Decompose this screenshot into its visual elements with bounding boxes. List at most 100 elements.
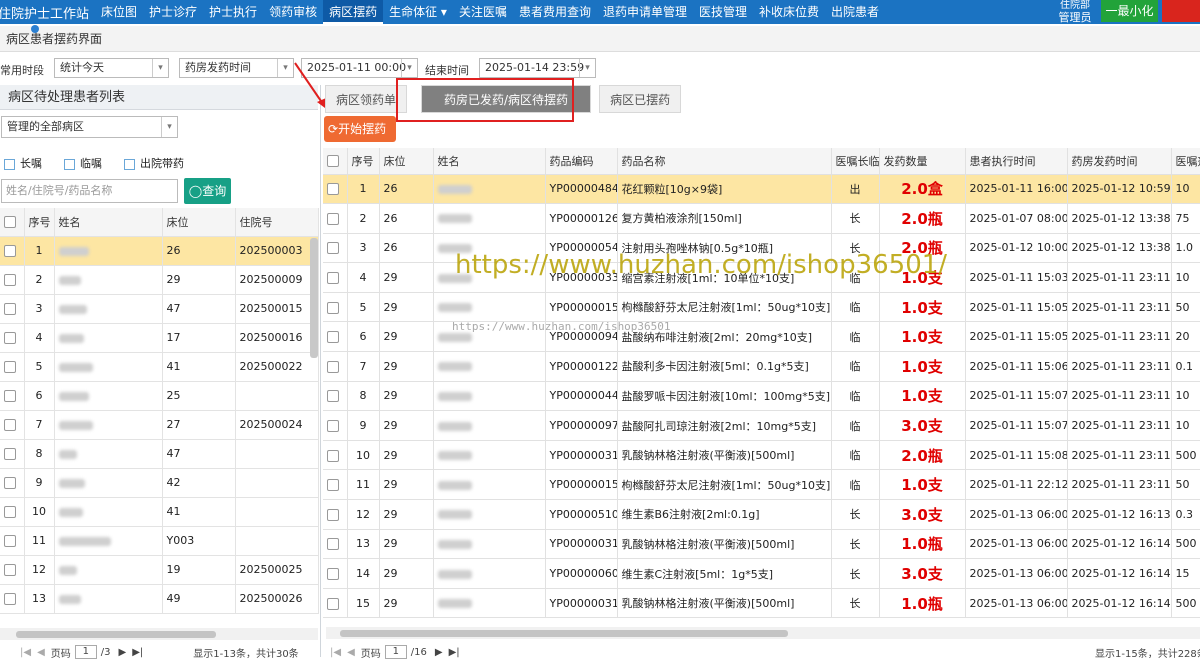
- column-header[interactable]: 医嘱长临: [831, 148, 880, 175]
- row-checkbox[interactable]: [323, 351, 348, 382]
- row-checkbox[interactable]: [0, 410, 25, 440]
- row-checkbox[interactable]: [0, 352, 25, 382]
- table-row[interactable]: 7 27 202500024: [0, 410, 319, 440]
- select-all-checkbox[interactable]: [0, 208, 25, 237]
- nav-item[interactable]: 医技管理: [693, 0, 753, 24]
- period-select[interactable]: 统计今天 ▾: [54, 58, 169, 78]
- start-dispense-button[interactable]: ⟳开始摆药: [324, 116, 396, 142]
- search-input[interactable]: 姓名/住院号/药品名称: [1, 179, 178, 203]
- table-row[interactable]: 12 29 YP00000510 维生素B6注射液[2ml:0.1g] 长 3.0支 202…: [323, 499, 1200, 530]
- prev-page-icon[interactable]: ◀: [347, 647, 355, 658]
- row-checkbox[interactable]: [323, 529, 348, 560]
- order-type-checkbox[interactable]: 临嘱: [64, 155, 110, 171]
- time-type-select[interactable]: 药房发药时间 ▾: [179, 58, 294, 78]
- row-checkbox[interactable]: [323, 588, 348, 619]
- row-checkbox[interactable]: [323, 262, 348, 293]
- table-row[interactable]: 9 42: [0, 468, 319, 498]
- row-checkbox[interactable]: [323, 233, 348, 264]
- tab-item[interactable]: 病区领药单: [325, 85, 408, 113]
- row-checkbox[interactable]: [0, 381, 25, 411]
- row-checkbox[interactable]: [0, 584, 25, 614]
- order-type-checkbox[interactable]: 长嘱: [4, 155, 50, 171]
- nav-item[interactable]: 护士诊疗: [143, 0, 203, 24]
- end-time-input[interactable]: 2025-01-14 23:59 ▾: [479, 58, 596, 78]
- last-page-icon[interactable]: ▶|: [449, 647, 460, 658]
- table-row[interactable]: 13 49 202500026: [0, 584, 319, 614]
- column-header[interactable]: 药品编码: [545, 148, 618, 175]
- left-horizontal-scrollbar[interactable]: [0, 628, 318, 640]
- row-checkbox[interactable]: [0, 265, 25, 295]
- tab-item[interactable]: 病区已摆药: [599, 85, 682, 113]
- column-header[interactable]: 药房发药时间: [1067, 148, 1172, 175]
- table-row[interactable]: 11 29 YP00000015 枸橼酸舒芬太尼注射液[1ml：50ug*10支] 临 1…: [323, 469, 1200, 501]
- row-checkbox[interactable]: [323, 292, 348, 323]
- row-checkbox[interactable]: [323, 203, 348, 234]
- nav-item[interactable]: 补收床位费: [753, 0, 825, 24]
- table-row[interactable]: 6 25: [0, 381, 319, 411]
- column-header[interactable]: 发药数量: [879, 148, 966, 175]
- column-header[interactable]: 患者执行时间: [965, 148, 1068, 175]
- first-page-icon[interactable]: |◀: [330, 647, 341, 658]
- nav-item[interactable]: 病区摆药: [323, 0, 384, 24]
- column-header[interactable]: 药品名称: [617, 148, 832, 175]
- row-checkbox[interactable]: [0, 555, 25, 585]
- nav-item[interactable]: 出院患者: [825, 0, 885, 24]
- column-header[interactable]: 住院号: [235, 208, 319, 237]
- row-checkbox[interactable]: [0, 236, 25, 266]
- column-header[interactable]: 姓名: [433, 148, 546, 175]
- column-header[interactable]: 姓名: [54, 208, 163, 237]
- table-row[interactable]: 3 47 202500015: [0, 294, 319, 324]
- row-checkbox[interactable]: [323, 321, 348, 353]
- user-info[interactable]: 住院部 管理员: [1052, 0, 1098, 24]
- row-checkbox[interactable]: [323, 440, 348, 471]
- select-all-checkbox[interactable]: [323, 148, 348, 175]
- table-row[interactable]: 10 41: [0, 497, 319, 527]
- first-page-icon[interactable]: |◀: [20, 647, 31, 658]
- table-row[interactable]: 7 29 YP00000122 盐酸利多卡因注射液[5ml：0.1g*5支] 临 1.0支…: [323, 351, 1200, 382]
- table-row[interactable]: 9 29 YP00000097 盐酸阿扎司琼注射液[2ml：10mg*5支] 临 3.0支…: [323, 410, 1200, 441]
- row-checkbox[interactable]: [323, 558, 348, 589]
- table-row[interactable]: 12 19 202500025: [0, 555, 319, 585]
- table-row[interactable]: 1 26 YP00000484 花红颗粒[10g×9袋] 出 2.0盒 2025-01-11…: [323, 174, 1200, 205]
- nav-item[interactable]: 领药审核: [263, 0, 323, 24]
- table-row[interactable]: 13 29 YP00000031 乳酸钠林格注射液(平衡液)[500ml] 长 1.0瓶 2…: [323, 529, 1200, 560]
- nav-item[interactable]: 患者费用查询: [513, 0, 597, 24]
- column-header[interactable]: 床位: [162, 208, 236, 237]
- last-page-icon[interactable]: ▶|: [132, 647, 143, 658]
- row-checkbox[interactable]: [323, 499, 348, 530]
- next-page-icon[interactable]: ▶: [119, 647, 127, 658]
- close-button[interactable]: [1162, 0, 1200, 22]
- table-row[interactable]: 8 29 YP00000044 盐酸罗哌卡因注射液[10ml：100mg*5支] 临 1.…: [323, 381, 1200, 412]
- nav-item[interactable]: 床位图: [95, 0, 143, 24]
- table-row[interactable]: 10 29 YP00000031 乳酸钠林格注射液(平衡液)[500ml] 临 2.0瓶 2…: [323, 440, 1200, 471]
- minimize-button[interactable]: 一最小化: [1101, 0, 1158, 22]
- row-checkbox[interactable]: [323, 410, 348, 441]
- row-checkbox[interactable]: [0, 526, 25, 556]
- column-header[interactable]: 医嘱剂: [1171, 148, 1200, 175]
- row-checkbox[interactable]: [0, 497, 25, 527]
- column-header[interactable]: 序号: [347, 148, 380, 175]
- column-header[interactable]: 床位: [379, 148, 434, 175]
- nav-item[interactable]: 生命体征 ▾: [383, 0, 453, 24]
- search-button[interactable]: ◯查询: [184, 178, 231, 204]
- row-checkbox[interactable]: [0, 323, 25, 353]
- next-page-icon[interactable]: ▶: [435, 647, 443, 658]
- table-row[interactable]: 5 29 YP00000015 枸橼酸舒芬太尼注射液[1ml：50ug*10支] 临 1.…: [323, 292, 1200, 323]
- table-row[interactable]: 15 29 YP00000031 乳酸钠林格注射液(平衡液)[500ml] 长 1.0瓶 2…: [323, 588, 1200, 619]
- table-row[interactable]: 2 29 202500009: [0, 265, 319, 295]
- panel-divider[interactable]: [320, 85, 321, 657]
- ward-select[interactable]: 管理的全部病区 ▾: [1, 116, 178, 138]
- table-row[interactable]: 14 29 YP00000060 维生素C注射液[5ml：1g*5支] 长 3.0支 202…: [323, 558, 1200, 589]
- nav-item[interactable]: 退药申请单管理: [597, 0, 693, 24]
- table-row[interactable]: 5 41 202500022: [0, 352, 319, 382]
- nav-item[interactable]: 关注医嘱: [453, 0, 513, 24]
- left-vertical-scrollbar[interactable]: [310, 238, 318, 358]
- row-checkbox[interactable]: [323, 174, 348, 205]
- prev-page-icon[interactable]: ◀: [37, 647, 45, 658]
- right-horizontal-scrollbar[interactable]: [326, 627, 1200, 639]
- row-checkbox[interactable]: [323, 381, 348, 412]
- row-checkbox[interactable]: [323, 469, 348, 501]
- table-row[interactable]: 8 47: [0, 439, 319, 469]
- table-row[interactable]: 11 Y003: [0, 526, 319, 556]
- table-row[interactable]: 4 17 202500016: [0, 323, 319, 353]
